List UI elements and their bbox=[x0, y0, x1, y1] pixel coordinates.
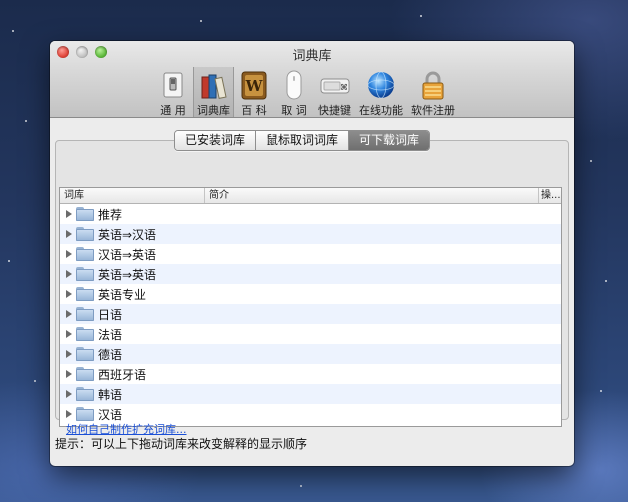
disclosure-triangle-icon[interactable] bbox=[66, 290, 72, 298]
mouse-icon bbox=[278, 69, 310, 101]
disclosure-triangle-icon[interactable] bbox=[66, 270, 72, 278]
table-row[interactable]: 日语 bbox=[60, 304, 561, 324]
table-row[interactable]: 西班牙语 bbox=[60, 364, 561, 384]
star bbox=[12, 30, 14, 32]
toolbar-item-dictionaries[interactable]: 词典库 bbox=[193, 67, 234, 117]
table-row[interactable]: 韩语 bbox=[60, 384, 561, 404]
folder-icon bbox=[76, 387, 94, 401]
table-row[interactable]: 英语专业 bbox=[60, 284, 561, 304]
column-header-description[interactable]: 简介 bbox=[205, 188, 539, 203]
toolbar: 词典库 通 用 词典库 W 百 科 取 词 ⌘ 快捷键 在线功能 软件注册 bbox=[50, 41, 574, 118]
disclosure-triangle-icon[interactable] bbox=[66, 250, 72, 258]
dictionary-panel: 词库 简介 操... 推荐英语⇒汉语汉语⇒英语英语⇒英语英语专业日语法语德语西班… bbox=[55, 140, 569, 436]
toolbar-label: 快捷键 bbox=[318, 104, 351, 117]
tab-capture-dictionaries[interactable]: 鼠标取词词库 bbox=[256, 131, 350, 150]
column-header-actions[interactable]: 操... bbox=[539, 188, 561, 203]
toolbar-item-register[interactable]: 软件注册 bbox=[407, 67, 459, 117]
star bbox=[25, 120, 27, 122]
disclosure-triangle-icon[interactable] bbox=[66, 310, 72, 318]
window-title: 词典库 bbox=[292, 49, 332, 64]
star bbox=[420, 15, 422, 17]
toolbar-label: 软件注册 bbox=[411, 104, 455, 117]
wiki-icon: W bbox=[238, 69, 270, 101]
disclosure-triangle-icon[interactable] bbox=[66, 330, 72, 338]
row-label: 韩语 bbox=[98, 387, 123, 402]
preferences-window: 词典库 通 用 词典库 W 百 科 取 词 ⌘ 快捷键 在线功能 软件注册 词库… bbox=[50, 41, 574, 466]
dictionary-table: 词库 简介 操... 推荐英语⇒汉语汉语⇒英语英语⇒英语英语专业日语法语德语西班… bbox=[59, 187, 562, 427]
row-label: 西班牙语 bbox=[98, 367, 147, 382]
row-label: 英语⇒汉语 bbox=[98, 227, 157, 242]
table-body: 推荐英语⇒汉语汉语⇒英语英语⇒英语英语专业日语法语德语西班牙语韩语汉语 bbox=[60, 204, 561, 424]
row-label: 日语 bbox=[98, 307, 123, 322]
tab-segmented-control: 已安装词库 鼠标取词词库 可下载词库 bbox=[174, 130, 431, 151]
toolbar-label: 通 用 bbox=[160, 104, 186, 117]
tip-text: 提示：可以上下拖动词库来改变解释的显示顺序 bbox=[55, 437, 308, 451]
books-icon bbox=[198, 69, 230, 101]
table-row[interactable]: 推荐 bbox=[60, 204, 561, 224]
lock-icon bbox=[417, 69, 449, 101]
toolbar-item-shortcuts[interactable]: ⌘ 快捷键 bbox=[314, 67, 355, 117]
table-row[interactable]: 德语 bbox=[60, 344, 561, 364]
folder-icon bbox=[76, 287, 94, 301]
toolbar-label: 词典库 bbox=[197, 104, 230, 117]
toolbar-label: 取 词 bbox=[281, 104, 307, 117]
folder-icon bbox=[76, 307, 94, 321]
disclosure-triangle-icon[interactable] bbox=[66, 230, 72, 238]
toolbar-item-general[interactable]: 通 用 bbox=[153, 67, 193, 117]
row-label: 英语⇒英语 bbox=[98, 267, 157, 282]
toolbar-item-capture[interactable]: 取 词 bbox=[274, 67, 314, 117]
keyboard-icon: ⌘ bbox=[319, 69, 351, 101]
switch-icon bbox=[157, 69, 189, 101]
folder-icon bbox=[76, 407, 94, 421]
star bbox=[605, 280, 607, 282]
content-area: 词库 简介 操... 推荐英语⇒汉语汉语⇒英语英语⇒英语英语专业日语法语德语西班… bbox=[50, 118, 574, 466]
folder-icon bbox=[76, 227, 94, 241]
star bbox=[8, 260, 10, 262]
star bbox=[590, 160, 592, 162]
toolbar-item-online[interactable]: 在线功能 bbox=[355, 67, 407, 117]
folder-icon bbox=[76, 207, 94, 221]
tab-downloadable[interactable]: 可下载词库 bbox=[349, 131, 430, 150]
row-label: 推荐 bbox=[98, 207, 123, 222]
disclosure-triangle-icon[interactable] bbox=[66, 410, 72, 418]
table-row[interactable]: 法语 bbox=[60, 324, 561, 344]
folder-icon bbox=[76, 367, 94, 381]
toolbar-label: 百 科 bbox=[241, 104, 267, 117]
disclosure-triangle-icon[interactable] bbox=[66, 390, 72, 398]
table-row[interactable]: 汉语⇒英语 bbox=[60, 244, 561, 264]
toolbar-item-encyclopedia[interactable]: W 百 科 bbox=[234, 67, 274, 117]
row-label: 汉语⇒英语 bbox=[98, 247, 157, 262]
folder-icon bbox=[76, 247, 94, 261]
star bbox=[34, 380, 36, 382]
toolbar-label: 在线功能 bbox=[359, 104, 403, 117]
disclosure-triangle-icon[interactable] bbox=[66, 210, 72, 218]
star bbox=[600, 390, 602, 392]
column-header-dictionary[interactable]: 词库 bbox=[60, 188, 205, 203]
folder-icon bbox=[76, 267, 94, 281]
row-label: 德语 bbox=[98, 347, 123, 362]
table-row[interactable]: 英语⇒英语 bbox=[60, 264, 561, 284]
table-row[interactable]: 英语⇒汉语 bbox=[60, 224, 561, 244]
star bbox=[300, 485, 302, 487]
svg-text:W: W bbox=[245, 77, 264, 95]
svg-text:⌘: ⌘ bbox=[340, 83, 348, 92]
tab-installed[interactable]: 已安装词库 bbox=[175, 131, 257, 150]
globe-icon bbox=[365, 69, 397, 101]
row-label: 汉语 bbox=[98, 407, 123, 422]
toolbar-items: 通 用 词典库 W 百 科 取 词 ⌘ 快捷键 在线功能 软件注册 bbox=[153, 67, 459, 117]
row-label: 法语 bbox=[98, 327, 123, 342]
folder-icon bbox=[76, 327, 94, 341]
folder-icon bbox=[76, 347, 94, 361]
disclosure-triangle-icon[interactable] bbox=[66, 370, 72, 378]
disclosure-triangle-icon[interactable] bbox=[66, 350, 72, 358]
table-header: 词库 简介 操... bbox=[60, 188, 561, 204]
row-label: 英语专业 bbox=[98, 287, 147, 302]
star bbox=[200, 20, 202, 22]
